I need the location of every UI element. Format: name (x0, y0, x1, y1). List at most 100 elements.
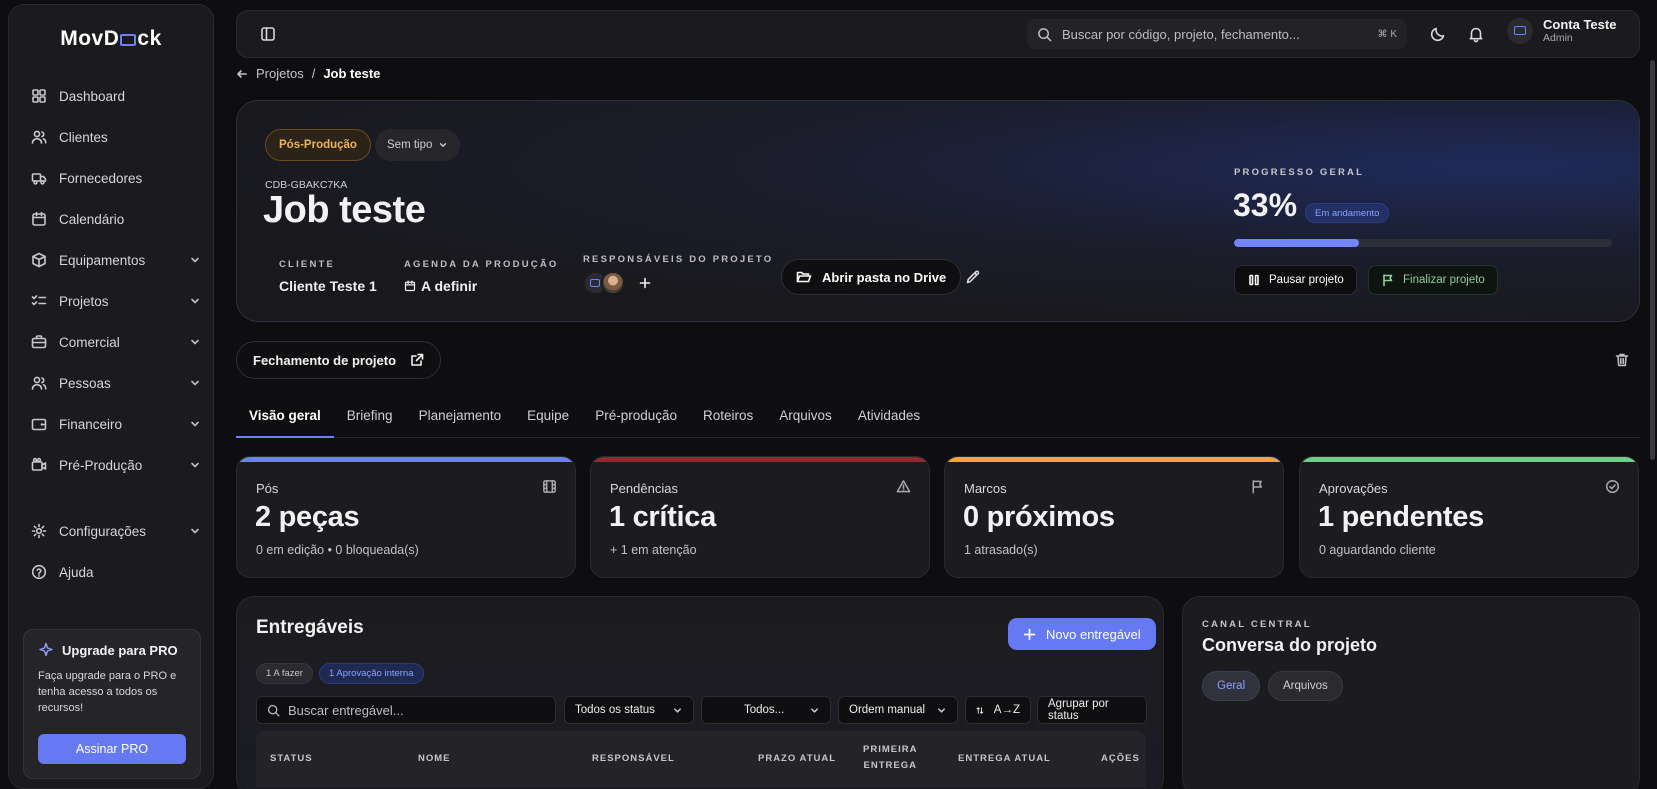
stat-sub: + 1 em atenção (610, 543, 697, 557)
column-primeira-entrega[interactable]: PRIMEIRA ENTREGA (863, 742, 917, 774)
sidebar-item-financeiro[interactable]: Financeiro (23, 408, 209, 440)
sidebar-item-configuracoes[interactable]: Configurações (23, 515, 209, 547)
sidebar-item-clientes[interactable]: Clientes (23, 121, 209, 153)
chat-tab-geral[interactable]: Geral (1202, 671, 1261, 701)
closing-project-button[interactable]: Fechamento de projeto (236, 341, 442, 379)
sidebar-item-comercial[interactable]: Comercial (23, 326, 209, 358)
chevron-down-icon (191, 462, 199, 468)
breadcrumb-current: Job teste (323, 66, 381, 81)
people-filter-select[interactable]: Todos... (701, 696, 831, 724)
stat-card-pendencias[interactable]: Pendências 1 crítica + 1 em atenção (590, 456, 930, 578)
chevron-down-icon (191, 339, 199, 345)
search-icon (1038, 27, 1052, 41)
people-icon (31, 376, 47, 390)
calendar-icon (404, 280, 416, 292)
tab-planejamento[interactable]: Planejamento (406, 400, 515, 438)
stat-color-bar (237, 457, 575, 462)
tab-briefing[interactable]: Briefing (334, 400, 406, 438)
sort-button[interactable]: A→Z (965, 696, 1031, 724)
edit-icon[interactable] (965, 269, 981, 285)
trash-icon[interactable] (1614, 352, 1630, 368)
arrow-left-icon[interactable] (236, 68, 248, 80)
breadcrumb-projetos[interactable]: Projetos (256, 66, 304, 81)
tab-visao-geral[interactable]: Visão geral (236, 400, 334, 438)
search-placeholder: Buscar por código, projeto, fechamento..… (1062, 26, 1300, 42)
tab-equipe[interactable]: Equipe (514, 400, 582, 438)
column-nome[interactable]: NOME (418, 751, 451, 767)
sidebar-item-dashboard[interactable]: Dashboard (23, 80, 209, 112)
plus-icon[interactable] (639, 277, 651, 289)
stat-card-marcos[interactable]: Marcos 0 próximos 1 atrasado(s) (944, 456, 1284, 578)
sidebar-item-ajuda[interactable]: Ajuda (23, 556, 209, 588)
tab-atividades[interactable]: Atividades (845, 400, 933, 438)
stat-color-bar (591, 457, 929, 462)
tab-arquivos[interactable]: Arquivos (766, 400, 845, 438)
stat-card-pos[interactable]: Pós 2 peças 0 em edição • 0 bloqueada(s) (236, 456, 576, 578)
agenda-value: A definir (404, 278, 477, 294)
client-label: CLIENTE (279, 259, 336, 270)
sidebar-item-label: Projetos (59, 293, 109, 309)
pause-project-button[interactable]: Pausar projeto (1234, 265, 1357, 295)
briefcase-icon (31, 335, 47, 349)
users-icon (31, 130, 47, 144)
chevron-down-icon (191, 298, 199, 304)
tab-roteiros[interactable]: Roteiros (690, 400, 766, 438)
account-menu[interactable]: Conta Teste Admin (1507, 17, 1616, 44)
avatar[interactable] (601, 271, 625, 295)
sidebar-toggle-icon[interactable] (259, 25, 277, 43)
group-by-status-button[interactable]: Agrupar por status (1037, 696, 1147, 724)
plus-icon (1023, 628, 1036, 640)
chat-tab-arquivos[interactable]: Arquivos (1268, 671, 1343, 701)
chevron-down-icon (191, 528, 199, 534)
upgrade-title: Upgrade para PRO (38, 642, 186, 658)
list-check-icon (31, 295, 47, 306)
deliverables-table-header: STATUS NOME RESPONSÁVEL PRAZO ATUAL PRIM… (256, 731, 1146, 787)
logo-box-icon (120, 34, 137, 46)
search-shortcut: ⌘ K (1377, 28, 1397, 40)
flag-icon (1383, 274, 1393, 287)
app-logo[interactable]: MovD ck (9, 27, 213, 51)
status-badge: Em andamento (1305, 203, 1390, 223)
open-drive-button[interactable]: Abrir pasta no Drive (781, 259, 962, 295)
moon-icon[interactable] (1429, 25, 1447, 43)
search-icon (267, 704, 280, 716)
type-select[interactable]: Sem tipo (375, 129, 461, 161)
grid-icon (32, 89, 46, 103)
canal-title: Conversa do projeto (1202, 635, 1378, 655)
column-status[interactable]: STATUS (270, 751, 313, 767)
chip-a-fazer[interactable]: 1 A fazer (256, 663, 313, 684)
stat-sub: 0 aguardando cliente (1319, 543, 1436, 557)
check-circle-icon (1605, 479, 1620, 494)
column-responsavel[interactable]: RESPONSÁVEL (592, 751, 675, 767)
sidebar-item-label: Pré-Produção (59, 457, 143, 473)
sidebar-item-equipamentos[interactable]: Equipamentos (23, 244, 209, 276)
sidebar-item-pre-producao[interactable]: Pré-Produção (23, 449, 209, 481)
sidebar-item-label: Configurações (59, 523, 147, 539)
chip-aprovacao-interna[interactable]: 1 Aprovação interna (319, 663, 424, 684)
finish-project-button[interactable]: Finalizar projeto (1368, 265, 1498, 295)
global-search[interactable]: Buscar por código, projeto, fechamento..… (1027, 19, 1407, 49)
calendar-icon (32, 211, 46, 226)
chevron-down-icon (440, 143, 447, 147)
status-filter-select[interactable]: Todos os status (564, 696, 694, 724)
order-select[interactable]: Ordem manual (838, 696, 958, 724)
deliverable-search-input[interactable]: Buscar entregável... (256, 696, 556, 724)
new-deliverable-button[interactable]: Novo entregável (1008, 618, 1156, 650)
sidebar-item-projetos[interactable]: Projetos (23, 285, 209, 317)
stage-badge[interactable]: Pós-Produção (265, 129, 371, 161)
subscribe-pro-button[interactable]: Assinar PRO (38, 734, 186, 764)
stat-card-aprovacoes[interactable]: Aprovações 1 pendentes 0 aguardando clie… (1299, 456, 1639, 578)
column-prazo-atual[interactable]: PRAZO ATUAL (758, 751, 836, 767)
entregaveis-title: Entregáveis (256, 617, 364, 638)
account-role: Admin (1543, 32, 1573, 44)
chevron-down-icon (811, 707, 818, 713)
tab-pre-producao[interactable]: Pré-produção (582, 400, 690, 438)
sidebar-item-fornecedores[interactable]: Fornecedores (23, 162, 209, 194)
chevron-down-icon (938, 707, 945, 713)
column-entrega-atual[interactable]: ENTREGA ATUAL (958, 751, 1051, 767)
sidebar-item-calendario[interactable]: Calendário (23, 203, 209, 235)
bell-icon[interactable] (1467, 25, 1485, 43)
page-scrollbar[interactable] (1650, 60, 1655, 460)
sidebar-item-pessoas[interactable]: Pessoas (23, 367, 209, 399)
chevron-down-icon (191, 380, 199, 386)
